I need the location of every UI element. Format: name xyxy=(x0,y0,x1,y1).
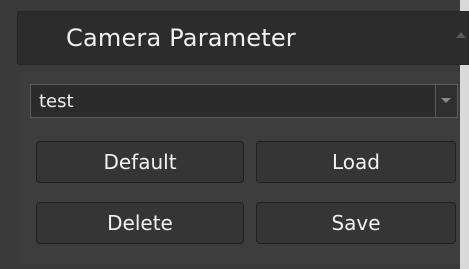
panel-header[interactable]: Camera Parameter xyxy=(17,11,469,65)
profile-select-value: test xyxy=(39,91,74,112)
profile-select-dropdown-button[interactable] xyxy=(435,85,457,117)
delete-button[interactable]: Delete xyxy=(36,202,244,244)
load-button[interactable]: Load xyxy=(256,141,456,183)
camera-parameter-panel: Camera Parameter test Default Load Delet… xyxy=(0,0,469,269)
save-button[interactable]: Save xyxy=(256,202,456,244)
chevron-down-icon xyxy=(441,98,451,103)
triangle-up-icon[interactable] xyxy=(456,32,466,38)
profile-select[interactable]: test xyxy=(30,84,458,118)
panel-title: Camera Parameter xyxy=(66,24,296,52)
default-button[interactable]: Default xyxy=(36,141,244,183)
